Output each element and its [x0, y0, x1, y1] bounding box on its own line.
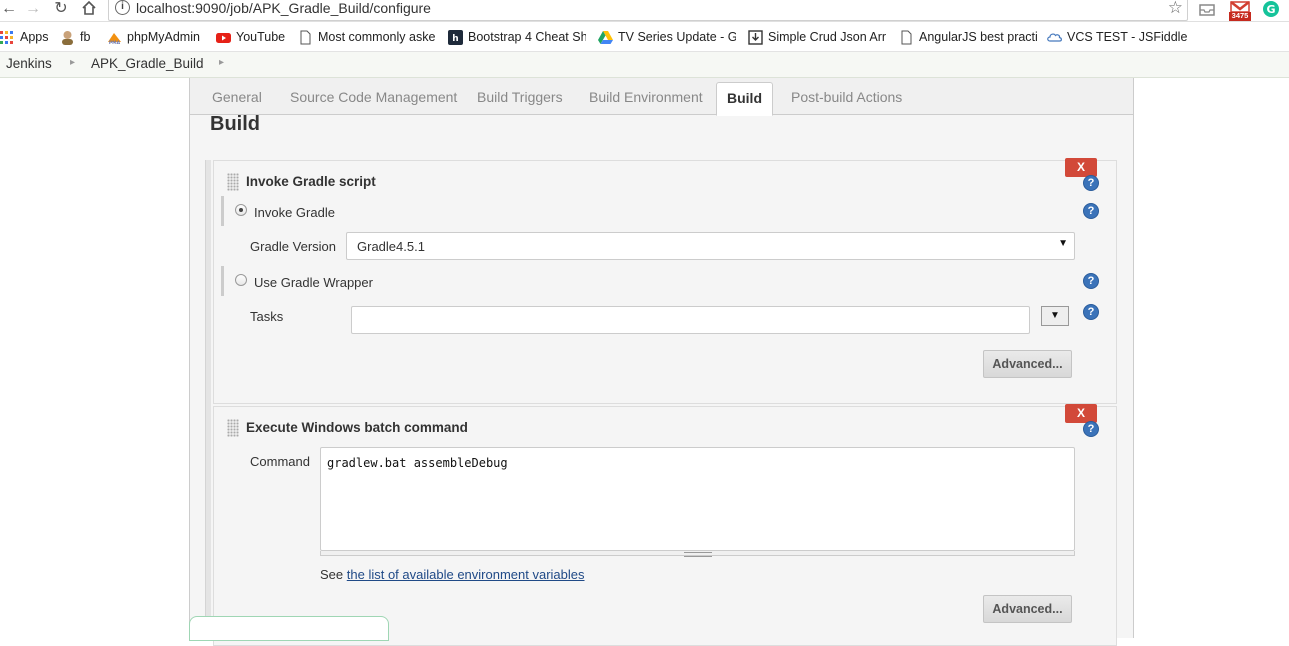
tab-build-environment[interactable]: Build Environment — [589, 89, 703, 105]
tab-post-build-actions[interactable]: Post-build Actions — [791, 89, 902, 105]
bookmark-star-icon[interactable]: ☆ — [1168, 0, 1183, 18]
help-icon[interactable]: ? — [1083, 203, 1099, 219]
svg-text:PMA: PMA — [109, 40, 121, 45]
invoke-gradle-label: Invoke Gradle — [254, 205, 335, 220]
drag-handle-icon[interactable] — [227, 419, 239, 437]
bookmarks-bar: Apps fb PMA phpMyAdmin YouTube Most comm… — [0, 22, 1289, 52]
bookmark-label: VCS TEST - JSFiddle — [1067, 30, 1187, 44]
bookmark-label: Most commonly aske — [318, 30, 436, 44]
svg-text:G: G — [1266, 3, 1275, 16]
breadcrumb-job[interactable]: APK_Gradle_Build — [91, 56, 204, 71]
bookmark-jsfiddle[interactable]: VCS TEST - JSFiddle — [1047, 28, 1187, 46]
batch-advanced-button[interactable]: Advanced... — [983, 595, 1072, 623]
avatar-icon — [62, 30, 73, 45]
breadcrumb-chevron-icon[interactable]: ▸ — [219, 57, 224, 68]
bookmark-phpmyadmin[interactable]: PMA phpMyAdmin — [107, 28, 211, 46]
cloud-icon — [1047, 32, 1062, 42]
svg-text:h: h — [452, 34, 458, 44]
batch-build-step: Execute Windows batch command X Command … — [213, 404, 1117, 646]
url-text: localhost:9090/job/APK_Gradle_Build/conf… — [136, 0, 431, 16]
bookmark-apps[interactable]: Apps — [0, 28, 56, 46]
tab-build[interactable]: Build — [716, 82, 773, 116]
bookmark-simple-crud[interactable]: Simple Crud Json Arr — [748, 28, 886, 46]
see-prefix: See — [320, 567, 344, 582]
url-bar[interactable]: i localhost:9090/job/APK_Gradle_Build/co… — [108, 0, 1188, 21]
help-icon[interactable]: ? — [1083, 175, 1099, 191]
section-title: Build — [210, 113, 260, 135]
bookmark-label: TV Series Update - G — [618, 30, 736, 44]
bookmark-tv-series[interactable]: TV Series Update - G — [598, 28, 736, 46]
gradle-version-label: Gradle Version — [250, 239, 336, 254]
textarea-resize-handle[interactable] — [320, 551, 1075, 557]
youtube-icon — [216, 32, 231, 43]
download-box-icon — [748, 29, 763, 45]
gmail-extension-icon[interactable]: 3475 — [1228, 0, 1252, 21]
bookmark-label: Simple Crud Json Arr — [768, 30, 886, 44]
page-icon — [901, 30, 912, 44]
inbox-extension-icon[interactable] — [1198, 0, 1218, 20]
option-bar — [221, 196, 224, 226]
env-vars-hint: See the list of available environment va… — [320, 567, 585, 582]
breadcrumb-chevron-icon[interactable]: ▸ — [70, 57, 75, 68]
bookmark-fb[interactable]: fb — [60, 28, 100, 46]
gradle-version-value: Gradle4.5.1 — [357, 239, 425, 254]
forward-arrow-icon[interactable]: → — [24, 0, 42, 20]
config-panel: General Source Code Management Build Tri… — [189, 78, 1134, 646]
gradle-build-step: Invoke Gradle script X Invoke Gradle Gra… — [213, 158, 1117, 404]
use-gradle-wrapper-label: Use Gradle Wrapper — [254, 275, 373, 290]
breadcrumb: Jenkins ▸ APK_Gradle_Build ▸ — [0, 52, 1289, 78]
command-textarea[interactable]: gradlew.bat assembleDebug — [320, 447, 1075, 551]
bookmark-label: Bootstrap 4 Cheat Sh — [468, 30, 586, 44]
tab-build-triggers[interactable]: Build Triggers — [477, 89, 563, 105]
help-icon[interactable]: ? — [1083, 273, 1099, 289]
google-drive-icon — [598, 30, 613, 44]
use-gradle-wrapper-radio[interactable] — [235, 274, 247, 286]
bookmark-label: fb — [80, 30, 91, 44]
bookmark-label: phpMyAdmin — [127, 30, 200, 44]
help-icon[interactable]: ? — [1083, 421, 1099, 437]
help-icon[interactable]: ? — [1083, 304, 1099, 320]
home-icon[interactable] — [80, 0, 98, 20]
breadcrumb-jenkins[interactable]: Jenkins — [6, 56, 52, 71]
option-bar — [221, 266, 224, 296]
notification-panel — [189, 616, 389, 641]
bookmark-bootstrap[interactable]: h Bootstrap 4 Cheat Sh — [448, 28, 586, 46]
config-tabbar: General Source Code Management Build Tri… — [190, 78, 1133, 116]
gmail-unread-badge: 3475 — [1231, 11, 1249, 20]
bookmark-most-commonly[interactable]: Most commonly aske — [298, 28, 436, 46]
hackerthemes-icon: h — [448, 29, 463, 45]
tasks-input[interactable] — [351, 306, 1030, 334]
env-vars-link[interactable]: the list of available environment variab… — [347, 567, 585, 582]
command-label: Command — [250, 454, 310, 469]
build-steps-rail — [205, 160, 211, 640]
bookmark-label: AngularJS best practi — [919, 30, 1037, 44]
tab-general[interactable]: General — [212, 89, 262, 105]
apps-grid-icon — [0, 30, 13, 44]
invoke-gradle-radio[interactable] — [235, 204, 247, 216]
back-arrow-icon[interactable]: ← — [0, 0, 18, 20]
bookmark-label: YouTube — [236, 30, 286, 44]
browser-toolbar: ← → ↻ i localhost:9090/job/APK_Gradle_Bu… — [0, 0, 1289, 22]
phpmyadmin-icon: PMA — [108, 32, 121, 45]
dropdown-caret-icon: ▼ — [1058, 238, 1068, 249]
bookmark-label: Apps — [20, 30, 49, 44]
tab-source-code-management[interactable]: Source Code Management — [290, 89, 457, 105]
tasks-label: Tasks — [250, 309, 284, 324]
gradle-version-select[interactable]: Gradle4.5.1 ▼ — [346, 232, 1075, 260]
page-icon — [300, 30, 311, 44]
tasks-expand-button[interactable]: ▼ — [1041, 306, 1069, 326]
bookmark-angularjs[interactable]: AngularJS best practi — [899, 28, 1037, 46]
gradle-advanced-button[interactable]: Advanced... — [983, 350, 1072, 378]
step-title: Invoke Gradle script — [246, 174, 376, 189]
bookmark-youtube[interactable]: YouTube — [216, 28, 292, 46]
step-title: Execute Windows batch command — [246, 420, 468, 435]
site-info-icon[interactable]: i — [115, 0, 130, 15]
grammarly-extension-icon[interactable]: G — [1262, 0, 1282, 20]
reload-icon[interactable]: ↻ — [52, 0, 70, 20]
drag-handle-icon[interactable] — [227, 173, 239, 191]
